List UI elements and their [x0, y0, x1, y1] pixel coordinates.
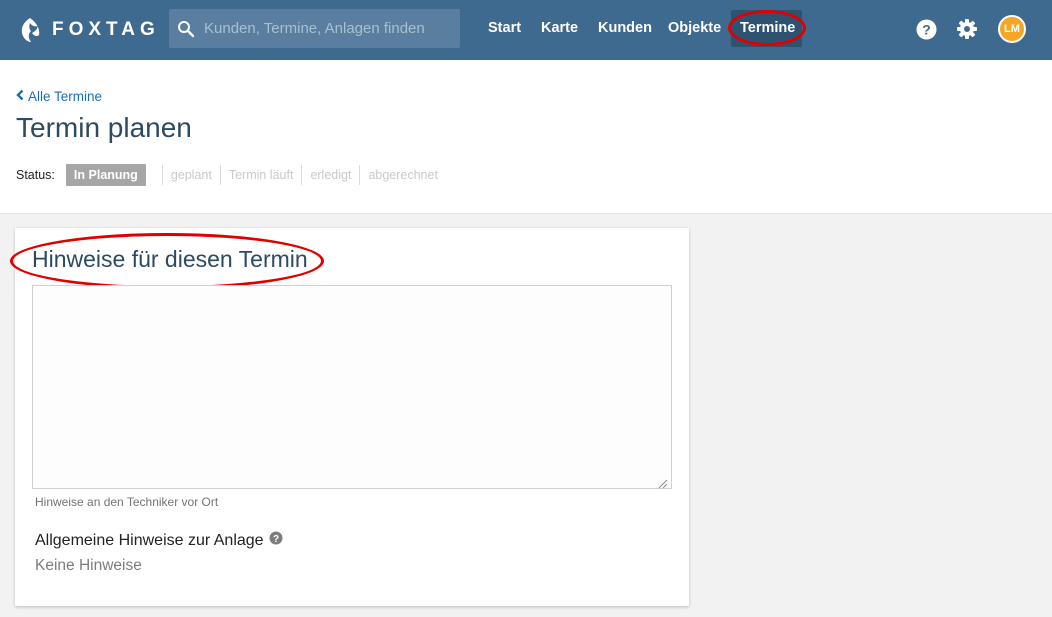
status-label: Status: — [16, 168, 55, 182]
fox-logo-icon — [18, 17, 42, 43]
notes-help-text: Hinweise an den Techniker vor Ort — [35, 495, 219, 509]
nav-item-kunden[interactable]: Kunden — [598, 20, 652, 36]
nav-item-karte[interactable]: Karte — [541, 20, 578, 36]
search-input[interactable] — [204, 9, 454, 48]
svg-text:?: ? — [922, 22, 931, 38]
top-navbar: FOXTAG Start Karte Kunden Objekte Termin… — [0, 0, 1052, 60]
nav-item-start[interactable]: Start — [488, 20, 521, 36]
status-step-geplant: geplant — [161, 165, 220, 185]
resize-grip-icon[interactable] — [658, 476, 668, 494]
status-step-in-planung: In Planung — [65, 164, 146, 186]
brand-logo[interactable]: FOXTAG — [18, 16, 160, 44]
annotation-circle-title — [10, 233, 324, 289]
annotation-circle-nav — [728, 10, 806, 46]
general-notes-heading: Allgemeine Hinweise zur Anlage ? — [35, 531, 283, 550]
notes-card: Hinweise für diesen Termin Hinweise an d… — [10, 228, 689, 606]
status-stepper: Status: In Planung geplant Termin läuft … — [16, 163, 446, 187]
help-circle-icon[interactable]: ? — [916, 19, 937, 45]
appointment-notes-textarea[interactable] — [32, 285, 672, 489]
page-title: Termin planen — [16, 112, 192, 143]
back-link-label: Alle Termine — [28, 89, 103, 104]
question-circle-icon[interactable]: ? — [269, 531, 283, 550]
back-link-all-appointments[interactable]: Alle Termine — [16, 89, 102, 104]
nav-item-objekte[interactable]: Objekte — [668, 20, 721, 36]
search-icon — [177, 20, 195, 43]
general-notes-label: Allgemeine Hinweise zur Anlage — [35, 531, 264, 549]
status-step-erledigt: erledigt — [301, 165, 359, 185]
page-header: Alle Termine Termin planen Status: In Pl… — [0, 60, 1052, 214]
gear-icon[interactable] — [956, 18, 978, 45]
general-notes-value: Keine Hinweise — [35, 557, 142, 574]
status-step-abgerechnet: abgerechnet — [359, 165, 446, 185]
brand-name: FOXTAG — [52, 19, 160, 40]
svg-text:?: ? — [273, 534, 279, 545]
status-step-termin-laeuft: Termin läuft — [219, 165, 302, 185]
global-search — [169, 9, 460, 48]
chevron-left-icon — [16, 89, 24, 104]
user-avatar[interactable]: LM — [998, 15, 1026, 43]
